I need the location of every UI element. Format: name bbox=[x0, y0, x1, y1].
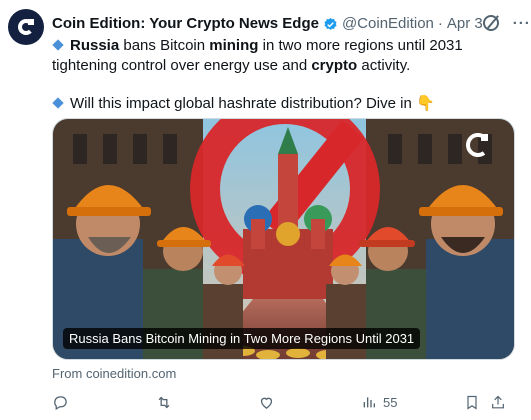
illustration-russia-miners bbox=[53, 119, 514, 359]
heart-icon bbox=[260, 397, 273, 409]
grok-icon[interactable] bbox=[482, 15, 499, 31]
like-button[interactable] bbox=[258, 394, 361, 411]
link-card-image[interactable]: Russia Bans Bitcoin Mining in Two More R… bbox=[52, 118, 515, 360]
repost-icon bbox=[158, 396, 170, 408]
tweet-paragraph-1: Russia bans Bitcoin mining in two more r… bbox=[52, 37, 463, 74]
separator-dot: · bbox=[437, 14, 443, 32]
reply-icon bbox=[54, 395, 67, 410]
coin-edition-logo-icon bbox=[18, 19, 34, 35]
tweet-text: Russia bans Bitcoin mining in two more r… bbox=[52, 36, 519, 114]
views-button[interactable]: 55 bbox=[361, 394, 464, 410]
tweet-header: Coin Edition: Your Crypto News Edge @Coi… bbox=[52, 13, 530, 33]
share-icon bbox=[492, 395, 504, 408]
author-avatar[interactable] bbox=[8, 9, 44, 45]
card-source-link[interactable]: From coinedition.com bbox=[52, 366, 176, 381]
reply-button[interactable] bbox=[52, 394, 155, 411]
author-handle[interactable]: @CoinEdition bbox=[342, 15, 434, 32]
author-name[interactable]: Coin Edition: Your Crypto News Edge bbox=[52, 15, 319, 32]
coin-edition-watermark-icon bbox=[466, 133, 488, 157]
card-caption: Russia Bans Bitcoin Mining in Two More R… bbox=[63, 328, 421, 349]
tweet-date[interactable]: Apr 3 bbox=[447, 15, 483, 32]
views-chart-icon bbox=[363, 397, 375, 408]
verified-badge-icon bbox=[323, 17, 338, 32]
share-button[interactable] bbox=[490, 394, 510, 411]
repost-button[interactable] bbox=[155, 394, 258, 411]
bookmark-icon bbox=[467, 395, 477, 410]
pointing-down-emoji-icon: 👇 bbox=[416, 95, 435, 112]
tweet-paragraph-2: Will this impact global hashrate distrib… bbox=[52, 94, 519, 114]
more-dots-icon[interactable]: ··· bbox=[513, 16, 531, 31]
tweet-actions: 55 bbox=[52, 392, 515, 412]
blue-diamond-icon bbox=[52, 97, 64, 109]
views-count: 55 bbox=[383, 394, 398, 410]
bookmark-button[interactable] bbox=[464, 394, 490, 411]
blue-diamond-icon bbox=[52, 39, 64, 51]
